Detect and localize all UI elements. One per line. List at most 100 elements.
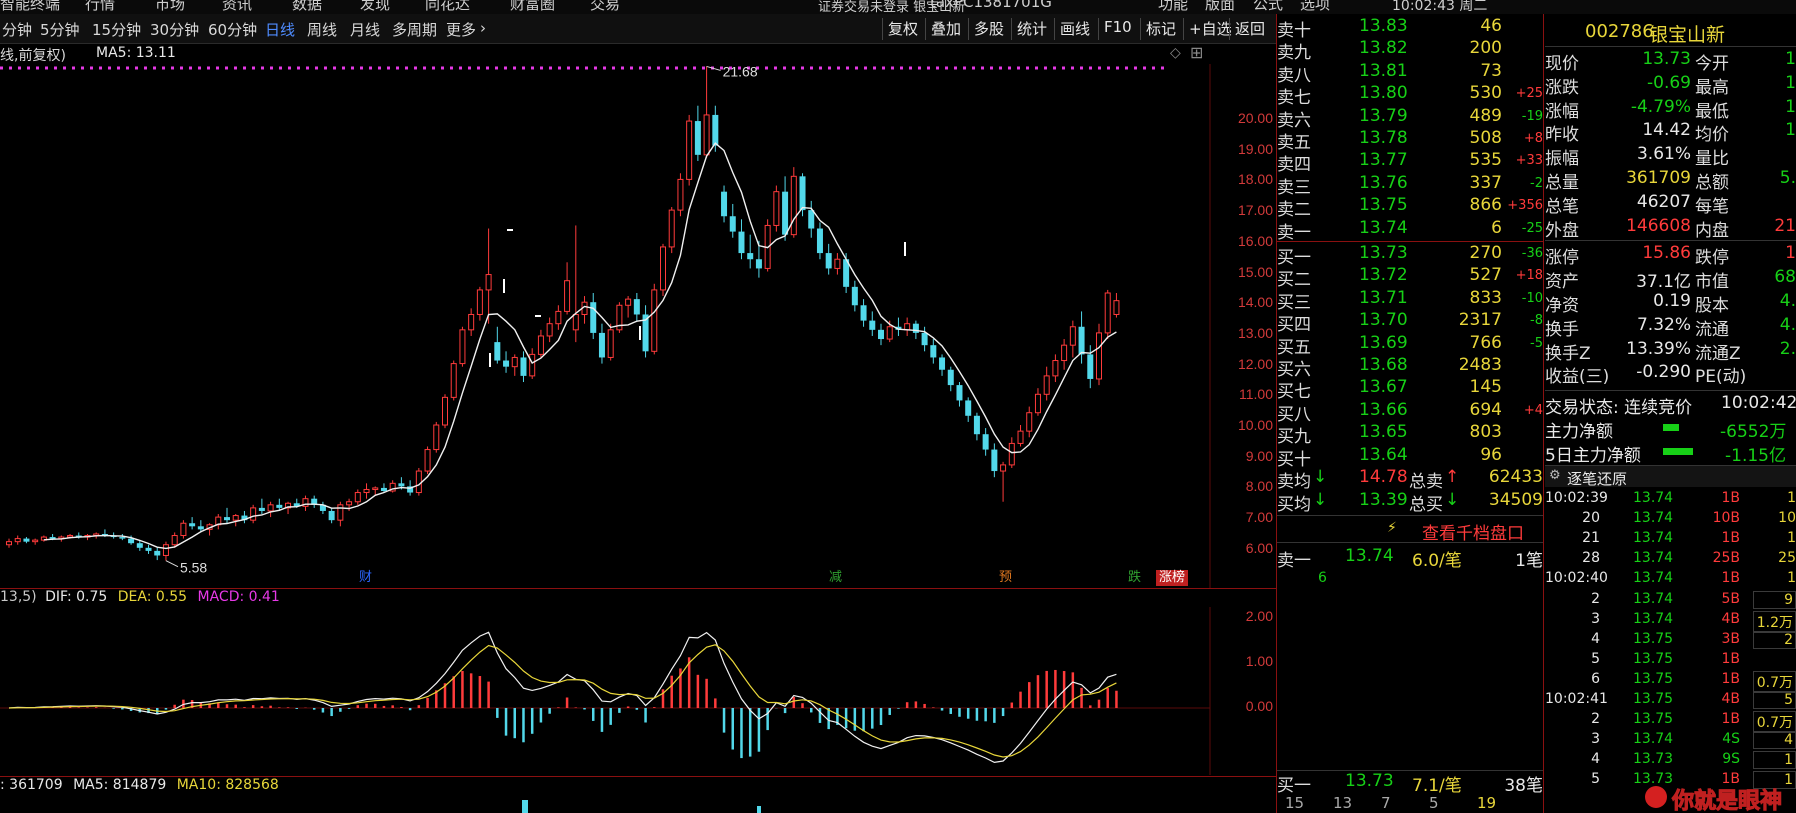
toolbar-button-5[interactable]: F10 xyxy=(1098,18,1137,40)
tick-price: 13.75 xyxy=(1633,691,1674,707)
menu-item[interactable]: 智能终端 xyxy=(0,0,60,14)
menu-item[interactable]: 功能 xyxy=(1158,0,1188,14)
menu-item[interactable]: 市场 xyxy=(155,0,185,14)
candle xyxy=(162,541,169,561)
toolbar-button-8[interactable]: 返回 xyxy=(1229,18,1270,40)
period-4[interactable]: 60分钟 xyxy=(208,19,257,40)
period-8[interactable]: 多周期 xyxy=(392,19,437,40)
event-marker[interactable]: 跌 xyxy=(1125,570,1144,586)
toolbar-button-6[interactable]: 标记 xyxy=(1140,18,1181,40)
bid-row[interactable]: 买六 13.68 2483 xyxy=(1277,355,1543,380)
bid-row[interactable]: 买八 13.66 694 +4 xyxy=(1277,400,1543,425)
macd-tick-label: 0.00 xyxy=(1245,698,1273,714)
ask-row[interactable]: 卖三 13.76 337 -2 xyxy=(1277,173,1543,198)
quote-value: 68 xyxy=(1774,267,1796,288)
ob-volume: 530 xyxy=(1469,83,1502,104)
period-5[interactable]: 日线 xyxy=(265,19,295,40)
ask-row[interactable]: 卖四 13.77 535 +33 xyxy=(1277,150,1543,175)
toolbar-button-0[interactable]: 复权 xyxy=(882,18,923,40)
quote-label: 涨停 xyxy=(1545,248,1579,269)
bid-row[interactable]: 买十 13.64 96 xyxy=(1277,445,1543,470)
candle xyxy=(607,323,614,361)
quote-label: 内盘 xyxy=(1695,220,1729,241)
period-1[interactable]: 5分钟 xyxy=(40,19,80,40)
settings-icon[interactable]: ⚙ xyxy=(1549,468,1561,483)
quote-label: 市值 xyxy=(1695,272,1729,293)
ask-row[interactable]: 卖二 13.75 866 +356 xyxy=(1277,195,1543,220)
tick-count: 0.7万 xyxy=(1753,711,1796,734)
tick-count: 10 xyxy=(1778,510,1796,527)
price-chart[interactable]: 21.68 5.58 xyxy=(0,64,1276,589)
ask-row[interactable]: 卖五 13.78 508 +8 xyxy=(1277,128,1543,153)
ob-volume: 145 xyxy=(1469,377,1502,398)
candle xyxy=(1000,461,1007,502)
bid-row[interactable]: 买九 13.65 803 xyxy=(1277,422,1543,447)
menu-item[interactable]: 发现 xyxy=(360,0,390,14)
menu-item[interactable]: 同花达 xyxy=(425,0,470,14)
bid-row[interactable]: 买七 13.67 145 xyxy=(1277,377,1543,402)
ob-price: 13.67 xyxy=(1359,377,1408,398)
menu-item[interactable]: 财富圈 xyxy=(510,0,555,14)
period-0[interactable]: 分钟 xyxy=(2,19,32,40)
period-9[interactable]: 更多 xyxy=(446,19,476,40)
ask-row[interactable]: 卖十 13.83 46 xyxy=(1277,16,1543,41)
menu-item[interactable]: 交易 xyxy=(590,0,620,14)
ask-row[interactable]: 卖七 13.80 530 +25 xyxy=(1277,83,1543,108)
bid-row[interactable]: 买五 13.69 766 -5 xyxy=(1277,332,1543,358)
ask-row[interactable]: 卖六 13.79 489 -19 xyxy=(1277,106,1543,131)
toolbar-button-3[interactable]: 统计 xyxy=(1011,18,1052,40)
event-marker[interactable]: 涨榜 xyxy=(1156,570,1189,586)
arrow: ↑ xyxy=(1445,467,1460,487)
candle xyxy=(721,185,728,223)
candle xyxy=(1096,323,1102,386)
quote-label: 换手 xyxy=(1545,319,1579,340)
more-chevron-icon[interactable]: › xyxy=(480,19,486,37)
event-marker[interactable]: 财 xyxy=(356,570,375,586)
menu-item[interactable]: 行情 xyxy=(85,0,115,14)
bid-row[interactable]: 买二 13.72 527 +18 xyxy=(1277,265,1543,290)
ob-level-label: 买四 xyxy=(1277,315,1311,336)
bid-row[interactable]: 买三 13.71 833 -10 xyxy=(1277,287,1543,313)
maximize-icon[interactable]: ⊞ xyxy=(1190,43,1203,62)
volume-bar xyxy=(522,800,528,813)
ask-row[interactable]: 卖八 13.81 73 xyxy=(1277,61,1543,86)
macd-readout: MACD: 0.41 xyxy=(197,589,280,605)
toolbar-button-4[interactable]: 画线 xyxy=(1054,18,1095,40)
ask-row[interactable]: 卖一 13.74 6 -25 xyxy=(1277,218,1543,243)
ask-row[interactable]: 卖九 13.82 200 xyxy=(1277,38,1543,63)
view-depth-button[interactable]: ⚡ 查看千档盘口 xyxy=(1277,515,1543,544)
menu-item[interactable]: 选项 xyxy=(1300,0,1330,14)
candle xyxy=(895,317,902,336)
toolbar-button-1[interactable]: 叠加 xyxy=(925,18,966,40)
quote-label: 流通Z xyxy=(1695,343,1741,364)
menu-item[interactable]: 数据 xyxy=(292,0,322,14)
view-depth-label[interactable]: 查看千档盘口 xyxy=(1422,519,1524,544)
diamond-icon[interactable]: ◇ xyxy=(1170,45,1181,61)
candle xyxy=(537,329,544,358)
bid-row[interactable]: 买一 13.73 270 -36 xyxy=(1277,243,1543,268)
candle xyxy=(572,225,579,343)
ticks-header[interactable]: ⚙ 逐笔还原 xyxy=(1545,465,1796,488)
period-6[interactable]: 周线 xyxy=(307,19,337,40)
period-3[interactable]: 30分钟 xyxy=(150,19,199,40)
ob-level-label: 卖五 xyxy=(1277,133,1311,153)
toolbar-button-2[interactable]: 多股 xyxy=(968,18,1009,40)
ob-change: +4 xyxy=(1523,402,1543,418)
macd-chart[interactable] xyxy=(0,607,1276,775)
ob-volume: 833 xyxy=(1469,287,1502,308)
menu-item[interactable]: 版面 xyxy=(1205,0,1235,14)
bid-row[interactable]: 买四 13.70 2317 -8 xyxy=(1277,310,1543,336)
period-2[interactable]: 15分钟 xyxy=(92,19,141,40)
watermark-badge xyxy=(1645,786,1667,808)
candle xyxy=(503,351,510,373)
menu-item[interactable]: 资讯 xyxy=(222,0,252,14)
event-marker[interactable]: 预 xyxy=(996,570,1015,586)
candle xyxy=(1026,406,1033,438)
quote-label: 均价 xyxy=(1695,125,1729,146)
period-7[interactable]: 月线 xyxy=(350,19,380,40)
sell1-label: 卖一 xyxy=(1277,551,1311,571)
tick-time: 3 xyxy=(1591,731,1600,748)
menu-item[interactable]: 公式 xyxy=(1253,0,1283,14)
ob-volume: 766 xyxy=(1469,332,1502,353)
event-marker[interactable]: 减 xyxy=(826,570,845,586)
